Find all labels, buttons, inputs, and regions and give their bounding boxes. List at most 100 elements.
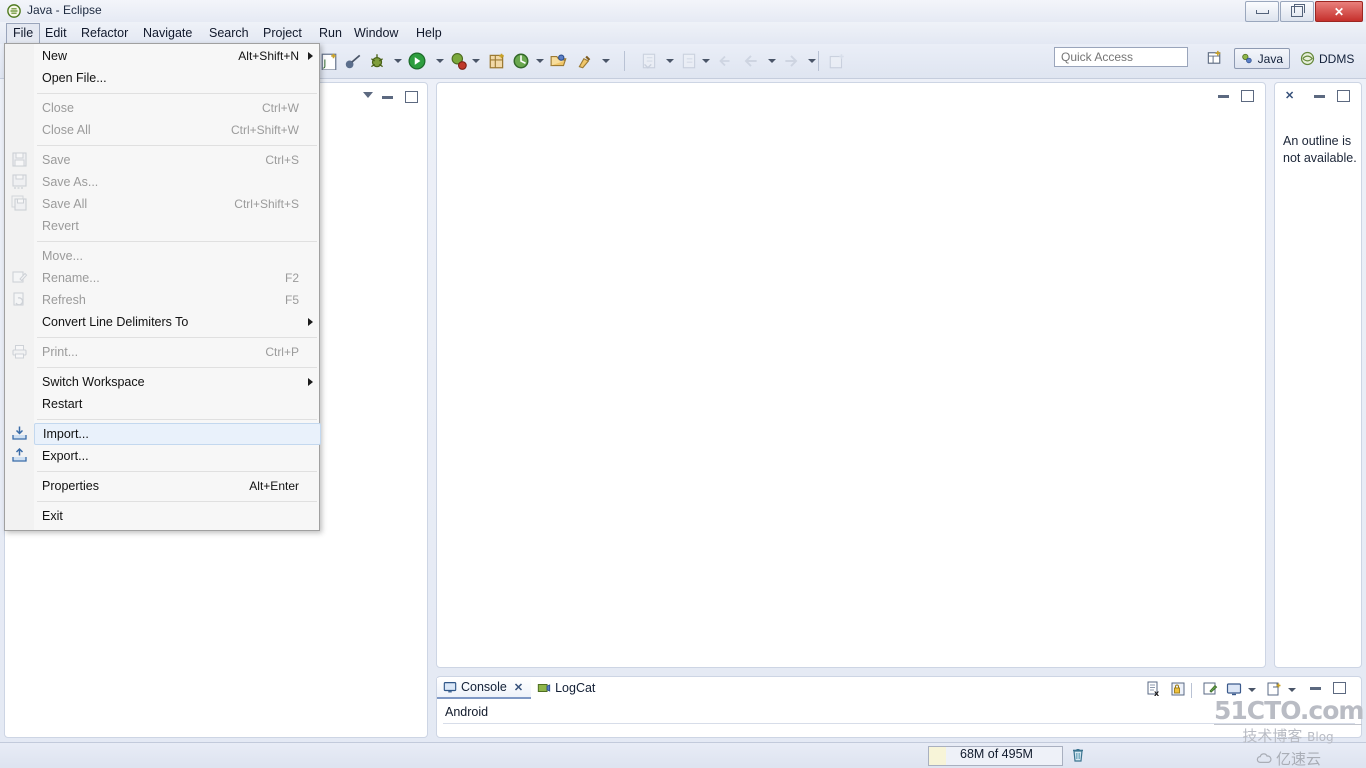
save-all-icon xyxy=(11,195,27,211)
search-icon[interactable] xyxy=(576,52,594,70)
run-garbage-collector-icon[interactable] xyxy=(1070,747,1086,763)
file-menu-dropdown: New Alt+Shift+N Open File... Close Ctrl+W Clo… xyxy=(4,43,321,531)
console-tab-bar: Console ✕ LogCat xyxy=(437,677,603,699)
console-tab-label: Console xyxy=(461,680,507,694)
menubar-item-run[interactable]: Run xyxy=(312,24,349,42)
back-icon xyxy=(744,55,757,67)
close-icon[interactable]: ✕ xyxy=(514,681,523,694)
view-menu-icon[interactable] xyxy=(363,92,373,98)
clear-console-icon[interactable]: x xyxy=(1146,681,1162,697)
console-tab-logcat[interactable]: LogCat xyxy=(531,678,603,699)
toggle-breakpoint-icon[interactable] xyxy=(344,52,362,70)
divider xyxy=(443,723,1355,724)
file-menu-item-open-file[interactable]: Open File... xyxy=(34,67,321,89)
open-type-icon[interactable] xyxy=(550,52,568,70)
console-icon xyxy=(443,682,457,693)
file-menu-item-label: New xyxy=(42,49,68,63)
display-selected-console-icon[interactable] xyxy=(1226,681,1242,697)
menubar-item-search[interactable]: Search xyxy=(202,24,256,42)
minimize-icon[interactable] xyxy=(382,96,393,99)
minimize-window-button[interactable] xyxy=(1245,1,1279,22)
file-menu-item-label: Export... xyxy=(42,449,89,463)
file-menu-item-new[interactable]: New Alt+Shift+N xyxy=(34,45,321,67)
run-external-tools-icon[interactable] xyxy=(450,52,468,70)
maximize-icon[interactable] xyxy=(1241,90,1254,102)
open-perspective-icon[interactable] xyxy=(1205,48,1225,67)
menubar-item-refactor[interactable]: Refactor xyxy=(74,24,135,42)
menubar-item-edit[interactable]: Edit xyxy=(38,24,74,42)
window-controls: ✕ xyxy=(1245,1,1363,22)
file-menu-item-shortcut: Ctrl+S xyxy=(265,153,299,167)
chevron-down-icon[interactable] xyxy=(702,59,710,63)
new-android-project-icon[interactable] xyxy=(488,52,506,70)
file-menu-item-print: Print... Ctrl+P xyxy=(34,341,321,363)
chevron-down-icon[interactable] xyxy=(394,59,402,63)
print-icon xyxy=(12,345,27,359)
chevron-down-icon[interactable] xyxy=(536,59,544,63)
quick-access-input[interactable] xyxy=(1054,47,1188,67)
chevron-down-icon[interactable] xyxy=(768,59,776,63)
file-menu-item-label: Refresh xyxy=(42,293,86,307)
svg-text:x: x xyxy=(1154,689,1160,697)
menubar-item-window[interactable]: Window xyxy=(347,24,405,42)
maximize-icon[interactable] xyxy=(405,91,418,103)
divider xyxy=(1191,683,1192,698)
file-menu-item-shortcut: F5 xyxy=(284,293,299,307)
export-icon xyxy=(12,447,27,462)
file-menu-item-label: Save All xyxy=(42,197,88,211)
file-menu-item-export[interactable]: Export... xyxy=(34,445,321,467)
file-menu-item-properties[interactable]: Properties Alt+Enter xyxy=(34,475,321,497)
window-title: Java - Eclipse xyxy=(27,3,102,17)
file-menu-item-label: Open File... xyxy=(42,71,107,85)
menubar-item-navigate[interactable]: Navigate xyxy=(136,24,199,42)
new-java-project-icon[interactable]: J xyxy=(320,52,338,70)
chevron-down-icon[interactable] xyxy=(666,59,674,63)
menu-separator xyxy=(37,419,317,420)
menu-separator xyxy=(37,337,317,338)
pin-console-icon[interactable] xyxy=(1202,681,1218,697)
minimize-icon[interactable] xyxy=(1218,95,1229,98)
forward-icon xyxy=(785,55,798,67)
android-sdk-manager-icon[interactable] xyxy=(512,52,530,70)
open-console-icon[interactable] xyxy=(1266,681,1282,697)
console-tab-console[interactable]: Console ✕ xyxy=(437,677,532,699)
chevron-down-icon[interactable] xyxy=(436,59,444,63)
file-menu-item-convert-line-delimiters-to[interactable]: Convert Line Delimiters To xyxy=(34,311,321,333)
java-perspective-icon xyxy=(1242,53,1252,64)
chevron-down-icon[interactable] xyxy=(602,59,610,63)
menubar-item-project[interactable]: Project xyxy=(256,24,309,42)
file-menu-item-shortcut: F2 xyxy=(284,271,299,285)
file-menu-item-label: Import... xyxy=(43,427,89,441)
file-menu-item-restart[interactable]: Restart xyxy=(34,393,321,415)
maximize-icon[interactable] xyxy=(1337,90,1350,102)
minimize-icon[interactable] xyxy=(1310,687,1321,690)
close-window-button[interactable]: ✕ xyxy=(1315,1,1363,22)
menubar-item-help[interactable]: Help xyxy=(409,24,449,42)
file-menu-item-shortcut: Alt+Shift+N xyxy=(238,49,299,63)
display-console-dropdown-icon[interactable] xyxy=(1248,688,1256,692)
file-menu-item-label: Properties xyxy=(42,479,99,493)
file-menu-item-switch-workspace[interactable]: Switch Workspace xyxy=(34,371,321,393)
file-menu-item-exit[interactable]: Exit xyxy=(34,505,321,527)
lock-scroll-icon[interactable] xyxy=(1170,681,1186,697)
menubar-item-file[interactable]: File xyxy=(6,23,41,44)
chevron-down-icon[interactable] xyxy=(472,59,480,63)
perspective-java-button[interactable]: Java xyxy=(1234,48,1290,69)
import-icon xyxy=(12,426,27,440)
editor-content[interactable] xyxy=(437,109,1265,667)
open-console-dropdown-icon[interactable] xyxy=(1288,688,1296,692)
run-icon[interactable] xyxy=(408,52,426,70)
maximize-icon[interactable] xyxy=(1333,682,1346,694)
submenu-arrow-icon xyxy=(308,52,313,60)
perspective-ddms-button[interactable]: DDMS xyxy=(1294,48,1362,69)
file-menu-item-import[interactable]: Import... xyxy=(34,423,321,445)
next-annotation-icon xyxy=(642,53,656,69)
eclipse-window: Java - Eclipse ✕ File Edit Refactor Navigat… xyxy=(0,0,1366,768)
eclipse-icon xyxy=(7,4,21,18)
chevron-down-icon[interactable] xyxy=(808,59,816,63)
file-menu-item-save: Save Ctrl+S xyxy=(34,149,321,171)
minimize-icon[interactable] xyxy=(1314,95,1325,98)
close-icon[interactable]: ✕ xyxy=(1285,89,1294,102)
restore-window-button[interactable] xyxy=(1280,1,1314,22)
debug-icon[interactable] xyxy=(368,52,386,70)
